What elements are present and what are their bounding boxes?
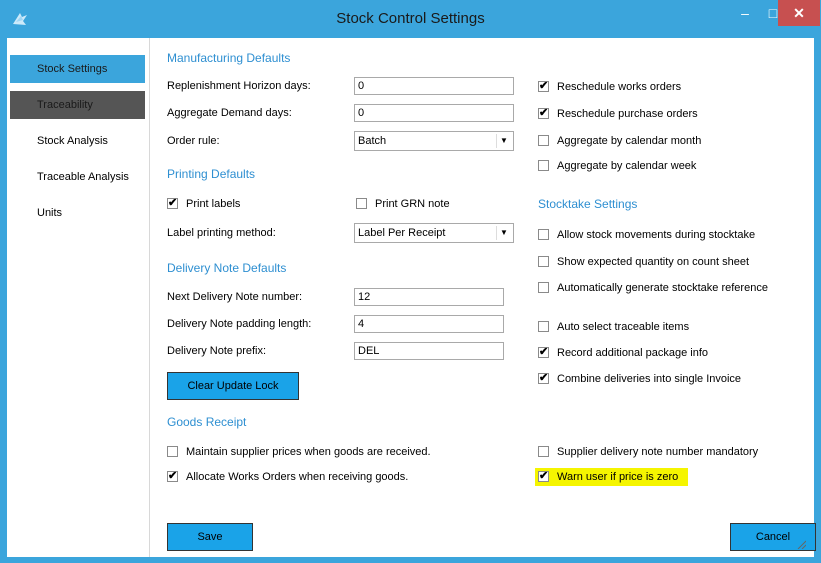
checkbox-box[interactable]: ✔ (538, 108, 549, 119)
checkbox-box[interactable]: ✔ (538, 81, 549, 92)
sidebar-item-stock-settings[interactable]: Stock Settings (10, 55, 145, 83)
checkbox-box[interactable] (538, 229, 549, 240)
checkbox-box[interactable] (538, 282, 549, 293)
chevron-down-icon[interactable]: ▼ (496, 226, 511, 240)
maintain-prices-label: Maintain supplier prices when goods are … (186, 446, 431, 458)
resize-grip-icon[interactable] (796, 539, 806, 549)
supplier-mandatory-label: Supplier delivery note number mandatory (557, 446, 759, 458)
next-delivery-input[interactable]: 12 (354, 288, 504, 306)
checkbox-box[interactable] (538, 321, 549, 332)
printing-heading: Printing Defaults (167, 167, 256, 181)
reschedule-purchase-label: Reschedule purchase orders (557, 108, 698, 120)
clear-update-lock-button[interactable]: Clear Update Lock (167, 372, 299, 400)
auto-reference-label: Automatically generate stocktake referen… (557, 282, 768, 294)
sidebar: Stock Settings Traceability Stock Analys… (7, 38, 150, 557)
sidebar-item-traceable-analysis[interactable]: Traceable Analysis (10, 163, 145, 191)
chevron-down-icon[interactable]: ▼ (496, 134, 511, 148)
title-bar[interactable]: Stock Control Settings – □ ✕ (0, 0, 821, 38)
checkbox-box[interactable]: ✔ (538, 347, 549, 358)
order-rule-label: Order rule: (167, 135, 220, 147)
label-method-value: Label Per Receipt (358, 227, 446, 239)
label-method-label: Label printing method: (167, 227, 276, 239)
sidebar-item-stock-analysis[interactable]: Stock Analysis (10, 127, 145, 155)
checkbox-box[interactable]: ✔ (167, 198, 178, 209)
checkbox-box[interactable]: ✔ (167, 471, 178, 482)
label-method-select[interactable]: Label Per Receipt ▼ (354, 223, 514, 243)
manufacturing-heading: Manufacturing Defaults (167, 51, 291, 65)
record-package-label: Record additional package info (557, 347, 709, 359)
print-grn-label: Print GRN note (375, 198, 450, 210)
next-delivery-label: Next Delivery Note number: (167, 291, 303, 303)
close-icon: ✕ (793, 5, 805, 21)
agg-week-label: Aggregate by calendar week (557, 160, 697, 172)
aggregate-label: Aggregate Demand days: (167, 107, 292, 119)
padding-length-input[interactable]: 4 (354, 315, 504, 333)
maximize-icon: □ (768, 5, 778, 21)
allow-movements-label: Allow stock movements during stocktake (557, 229, 756, 241)
checkbox-box[interactable]: ✔ (538, 471, 549, 482)
horizon-label: Replenishment Horizon days: (167, 80, 311, 92)
allocate-works-label: Allocate Works Orders when receiving goo… (186, 471, 409, 483)
checkbox-box[interactable] (538, 160, 549, 171)
prefix-label: Delivery Note prefix: (167, 345, 267, 357)
goods-receipt-heading: Goods Receipt (167, 415, 247, 429)
checkbox-box[interactable]: ✔ (538, 373, 549, 384)
aggregate-input[interactable]: 0 (354, 104, 514, 122)
combine-deliveries-label: Combine deliveries into single Invoice (557, 373, 742, 385)
warn-zero-label: Warn user if price is zero (557, 471, 679, 483)
print-labels-label: Print labels (186, 198, 241, 210)
settings-panel: Manufacturing Defaults Replenishment Hor… (150, 38, 816, 557)
delivery-heading: Delivery Note Defaults (167, 261, 287, 275)
warn-zero-checkbox[interactable]: ✔ Warn user if price is zero (535, 468, 688, 486)
sidebar-item-traceability[interactable]: Traceability (10, 91, 145, 119)
close-button[interactable]: ✕ (778, 0, 820, 26)
settings-window: Stock Control Settings – □ ✕ Stock Setti… (0, 0, 821, 563)
order-rule-value: Batch (358, 135, 387, 147)
stocktake-heading: Stocktake Settings (538, 197, 638, 211)
checkbox-box[interactable] (538, 256, 549, 267)
horizon-input[interactable]: 0 (354, 77, 514, 95)
auto-select-label: Auto select traceable items (557, 321, 690, 333)
show-expected-label: Show expected quantity on count sheet (557, 256, 750, 268)
reschedule-works-label: Reschedule works orders (557, 81, 682, 93)
order-rule-select[interactable]: Batch ▼ (354, 131, 514, 151)
prefix-input[interactable]: DEL (354, 342, 504, 360)
checkbox-box[interactable] (538, 135, 549, 146)
agg-month-label: Aggregate by calendar month (557, 135, 702, 147)
checkbox-box[interactable] (356, 198, 367, 209)
window-title: Stock Control Settings (336, 10, 485, 27)
padding-length-label: Delivery Note padding length: (167, 318, 312, 330)
sidebar-item-units[interactable]: Units (10, 199, 145, 227)
minimize-button[interactable]: – (732, 0, 758, 26)
save-button[interactable]: Save (167, 523, 253, 551)
minimize-icon: – (741, 5, 749, 21)
checkbox-box[interactable] (167, 446, 178, 457)
checkbox-box[interactable] (538, 446, 549, 457)
